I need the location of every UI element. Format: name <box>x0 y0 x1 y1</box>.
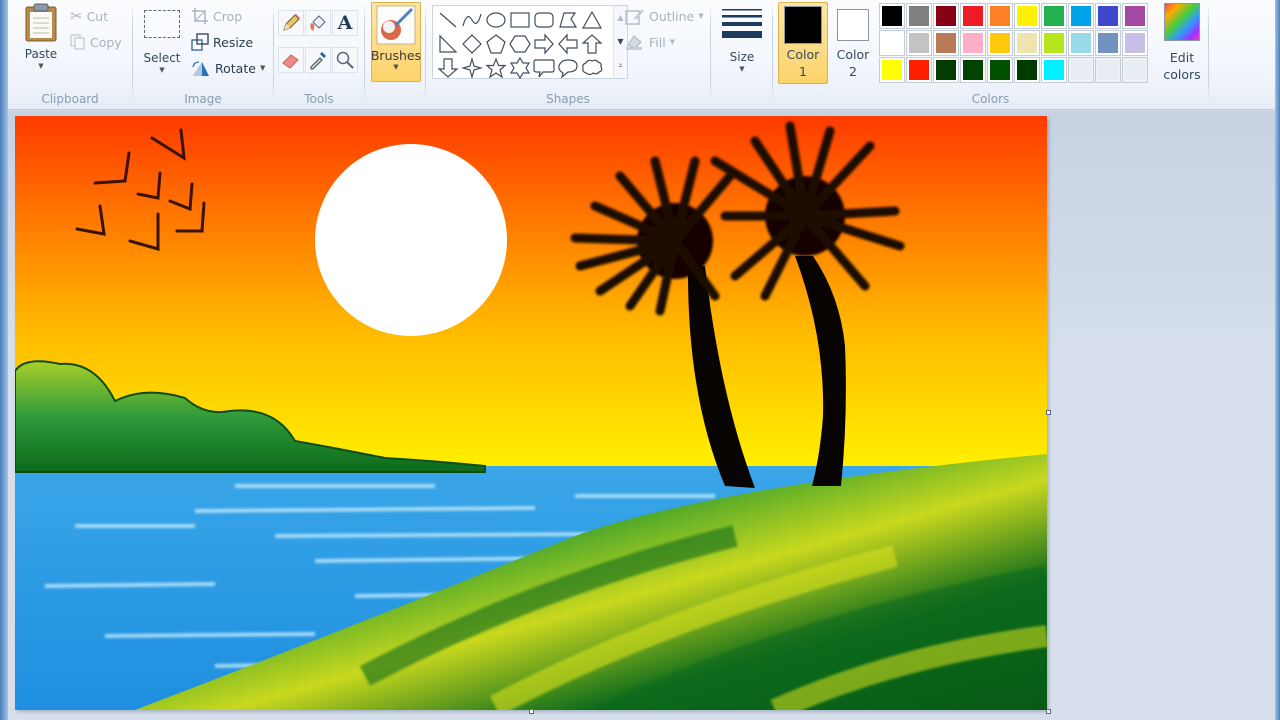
tools-row-2 <box>278 47 358 73</box>
clipboard-group-label: Clipboard <box>41 92 99 106</box>
shapes-group-label: Shapes <box>546 92 590 106</box>
resize-button[interactable]: Resize <box>191 32 253 52</box>
crop-label: Crop <box>213 8 243 24</box>
size-button[interactable]: Size ▼ <box>717 2 767 73</box>
paint-bucket-icon <box>310 15 326 31</box>
tools-group-label: Tools <box>304 92 334 106</box>
pencil-icon <box>283 14 300 31</box>
clipboard-group: Paste ▼ ✂ Cut Copy Clipboard <box>8 0 132 110</box>
drawing-canvas[interactable] <box>15 116 1047 710</box>
window-border-right <box>1275 0 1280 720</box>
image-group: Select ▼ Crop Resize Rotate ▼ Image <box>133 0 273 110</box>
magnifier-icon <box>336 51 354 69</box>
colors-group-label: Colors <box>971 92 1010 106</box>
resize-icon <box>191 33 209 51</box>
resize-handle-bottom[interactable] <box>529 709 534 714</box>
select-icon <box>144 10 180 38</box>
select-label: Select <box>143 51 181 65</box>
rotate-icon <box>192 61 209 76</box>
window-border-left <box>0 0 8 720</box>
brushes-button[interactable]: Brushes ▼ <box>371 2 421 82</box>
magnifier-tool[interactable] <box>332 47 358 73</box>
size-label: Size <box>729 50 755 64</box>
paste-dropdown-caret[interactable]: ▼ <box>38 62 43 70</box>
sun <box>315 144 507 336</box>
paste-button[interactable]: Paste ▼ <box>18 2 64 70</box>
rotate-dropdown-caret[interactable]: ▼ <box>260 64 265 72</box>
ribbon: Paste ▼ ✂ Cut Copy Clipboard Select ▼ Cr… <box>8 0 1275 110</box>
select-button[interactable]: Select ▼ <box>138 2 186 74</box>
crop-icon <box>192 8 208 24</box>
resize-label: Resize <box>213 34 254 50</box>
copy-button[interactable]: Copy <box>70 32 122 52</box>
separator <box>364 4 365 102</box>
crop-button[interactable]: Crop <box>191 6 242 26</box>
select-dropdown-caret[interactable]: ▼ <box>159 66 164 74</box>
eraser-tool[interactable] <box>278 47 304 73</box>
size-dropdown-caret[interactable]: ▼ <box>739 65 744 73</box>
rotate-button[interactable]: Rotate ▼ <box>191 58 265 78</box>
brushes-dropdown-caret[interactable]: ▼ <box>393 63 398 71</box>
brush-icon <box>376 5 416 45</box>
scissors-icon: ✂ <box>70 7 83 25</box>
cut-label: Cut <box>86 8 109 24</box>
copy-icon <box>70 34 85 50</box>
text-tool[interactable]: A <box>332 10 358 36</box>
eyedropper-icon <box>310 52 326 70</box>
color-picker-tool[interactable] <box>305 47 331 73</box>
painting <box>15 116 1047 710</box>
separator <box>1208 4 1209 102</box>
text-icon: A <box>337 12 353 34</box>
image-group-label: Image <box>184 92 222 106</box>
tools-group: A Tools <box>274 0 364 110</box>
cut-button[interactable]: ✂ Cut <box>70 6 108 26</box>
colors-group: Colors <box>773 0 1208 110</box>
eraser-icon <box>282 54 299 69</box>
tools-row-1: A <box>278 10 358 36</box>
rotate-label: Rotate <box>215 60 256 76</box>
copy-label: Copy <box>90 34 122 50</box>
shapes-group: Shapes <box>426 0 710 110</box>
paste-icon <box>25 3 57 42</box>
separator <box>710 4 711 102</box>
resize-handle-right[interactable] <box>1046 410 1051 415</box>
line-size-icon <box>722 9 762 38</box>
paste-label: Paste <box>24 47 58 61</box>
pencil-tool[interactable] <box>278 10 304 36</box>
brushes-label: Brushes <box>370 48 422 63</box>
resize-handle-corner[interactable] <box>1046 709 1051 714</box>
fill-tool[interactable] <box>305 10 331 36</box>
